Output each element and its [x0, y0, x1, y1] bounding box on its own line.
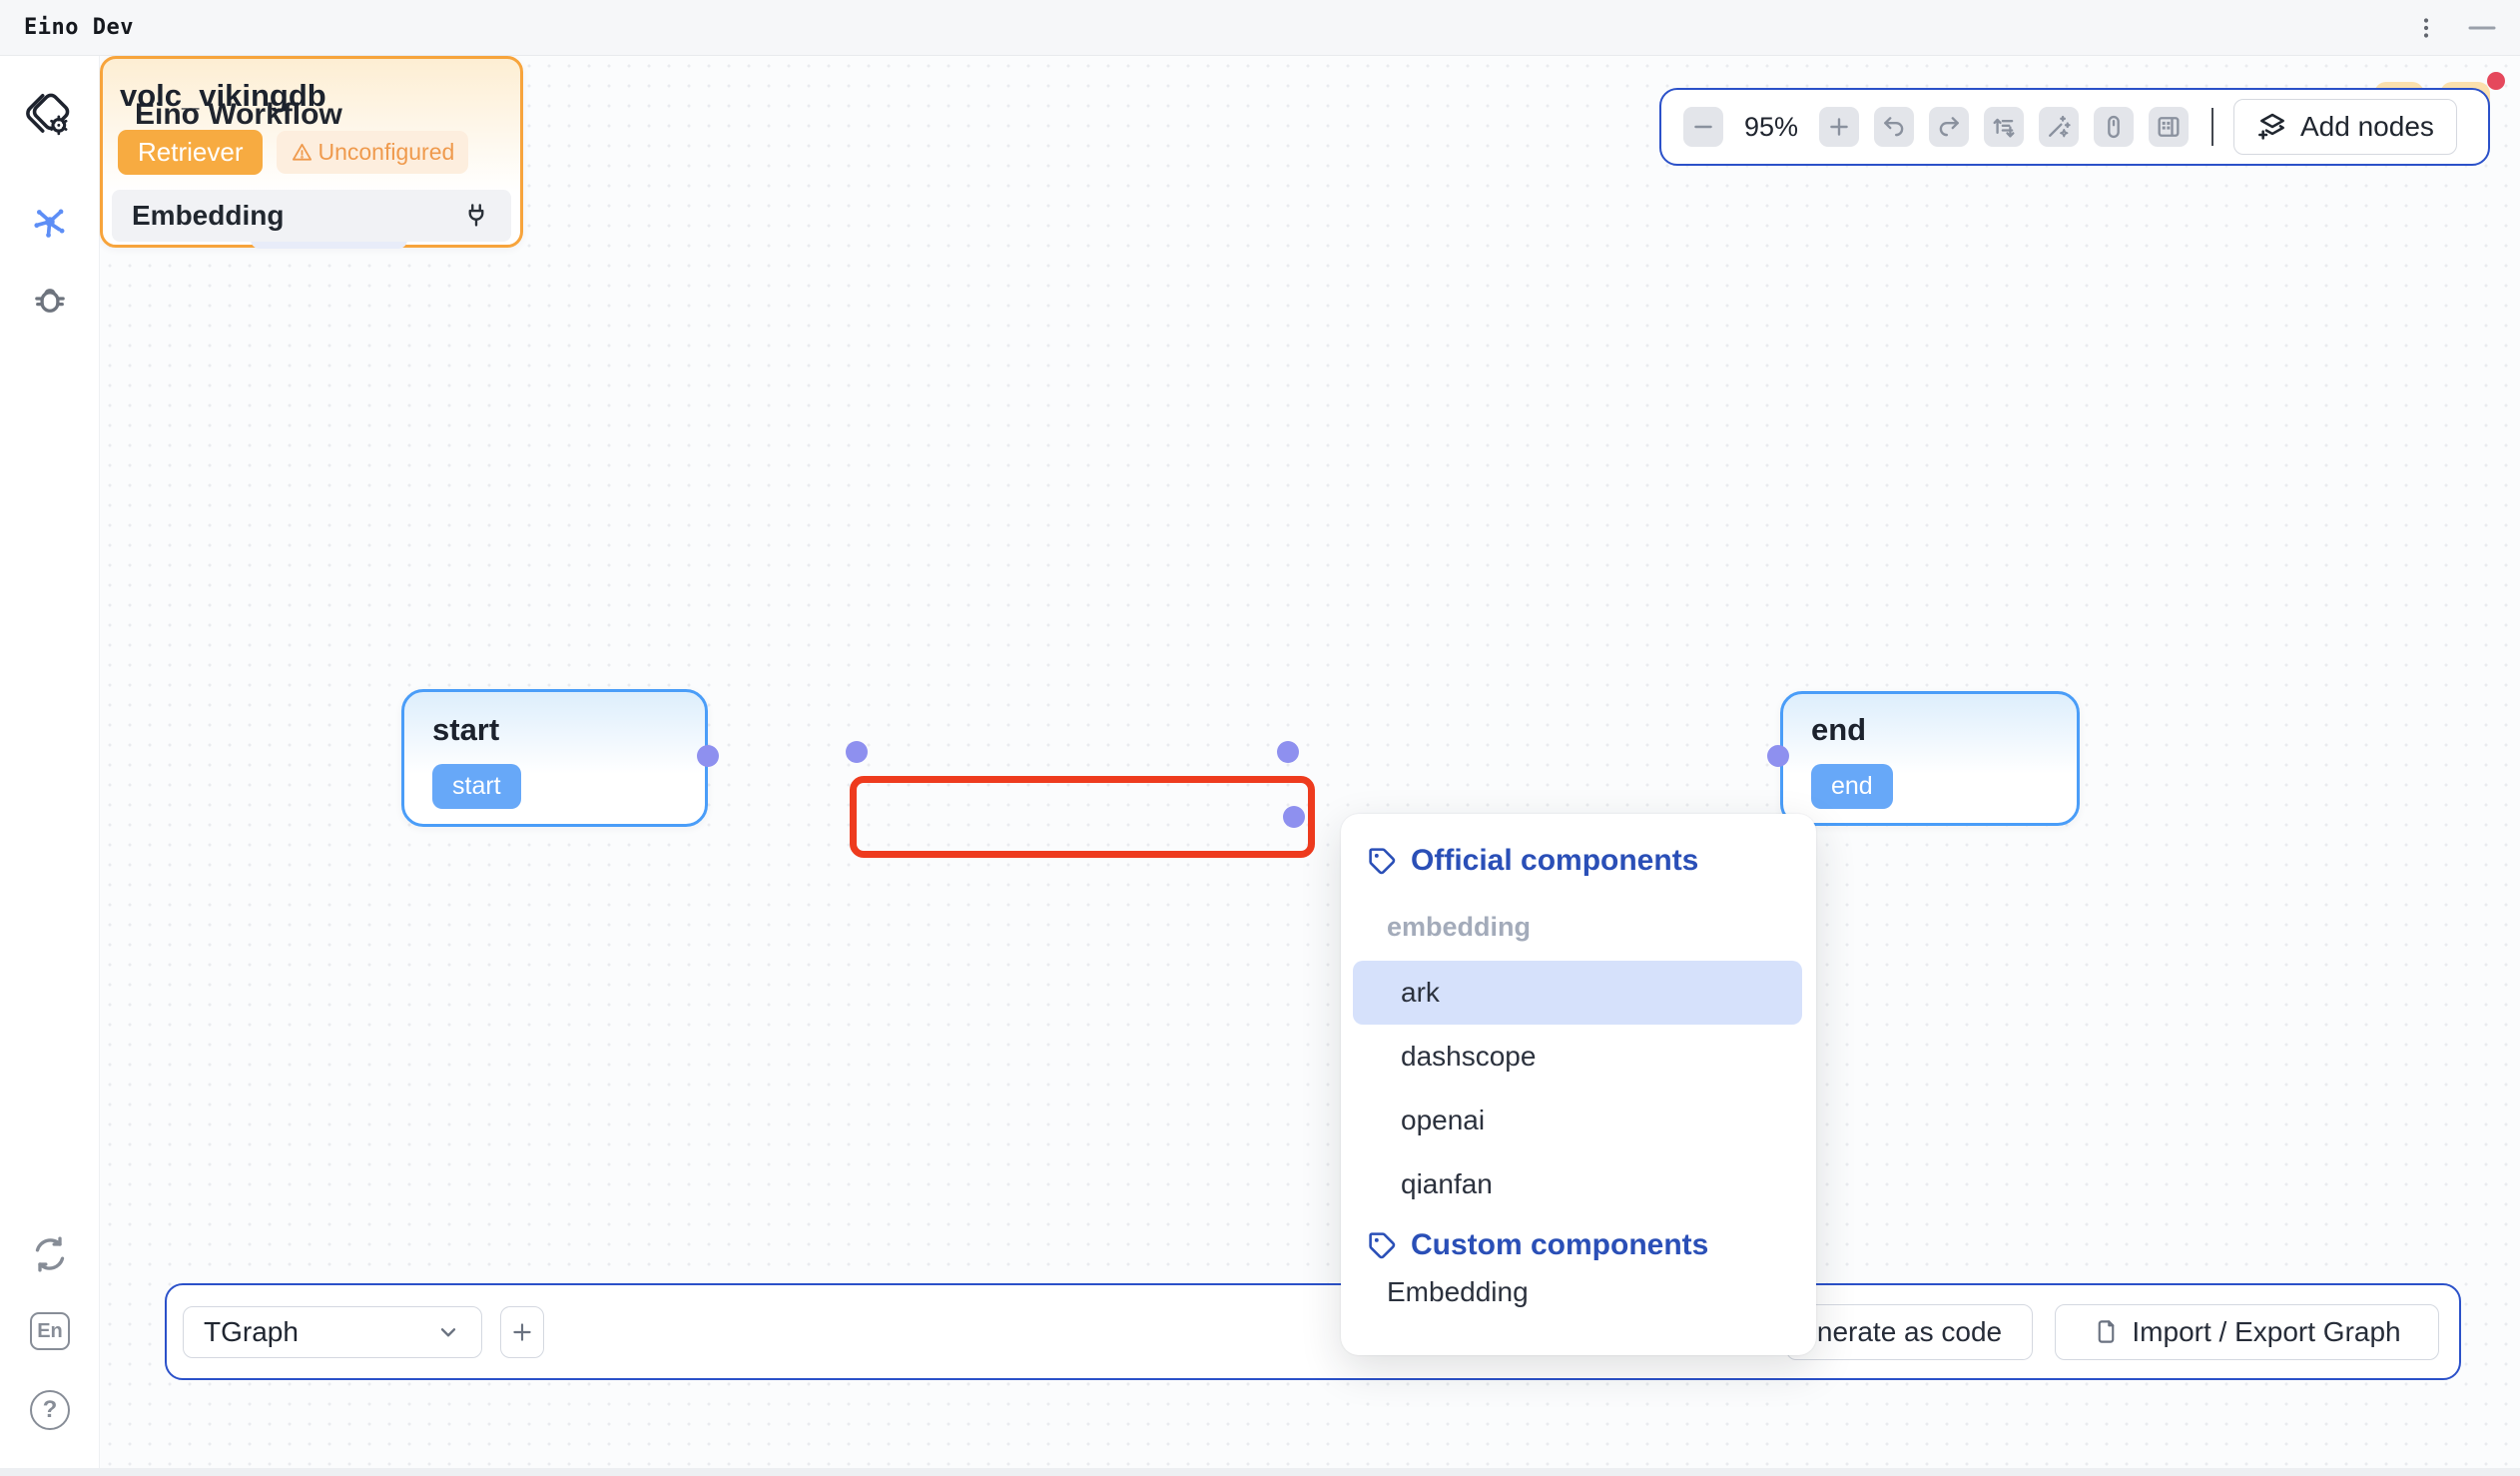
zoom-level: 95%	[1738, 112, 1804, 143]
app-name: Eino Dev	[24, 15, 134, 40]
minus-icon	[1690, 114, 1716, 140]
redo-icon	[1936, 114, 1962, 140]
dropdown-item-ark[interactable]: ark	[1353, 961, 1802, 1025]
connection-handle-end-in[interactable]	[1767, 745, 1789, 767]
redo-button[interactable]	[1929, 107, 1969, 147]
chevron-down-icon	[435, 1319, 461, 1345]
workflow-canvas[interactable]: Eino Workflow TGraph Template 95%	[100, 56, 2520, 1476]
component-picker-dropdown: Official components embedding ark dashsc…	[1341, 814, 1816, 1355]
node-volc-vikingdb[interactable]: volc_vikingdb Retriever Unconfigured Emb…	[100, 56, 523, 248]
node-start-type-badge: start	[432, 764, 521, 809]
unconfigured-label: Unconfigured	[317, 139, 454, 166]
import-export-label: Import / Export Graph	[2132, 1316, 2400, 1348]
official-components-header: Official components	[1367, 844, 1816, 878]
app-sidebar: En ?	[0, 56, 100, 1476]
plug-icon	[461, 201, 491, 231]
magic-fix-button[interactable]	[2039, 107, 2079, 147]
minimize-icon[interactable]	[2468, 16, 2496, 40]
embedding-group-label: embedding	[1387, 912, 1816, 943]
magic-wand-icon	[2045, 113, 2073, 141]
kebab-menu-icon[interactable]	[2414, 16, 2438, 40]
layers-plus-icon	[2256, 111, 2288, 143]
dropdown-item-dashscope[interactable]: dashscope	[1341, 1025, 1816, 1089]
retriever-type-badge: Retriever	[118, 130, 263, 175]
node-badges-row: Retriever Unconfigured	[118, 130, 468, 175]
node-start-title: start	[432, 712, 499, 748]
tag-icon	[1367, 1230, 1398, 1261]
window-bottom-edge	[0, 1468, 2520, 1476]
generate-as-code-label: nerate as code	[1817, 1316, 2002, 1348]
node-end-type-badge: end	[1811, 764, 1893, 809]
node-volc-title: volc_vikingdb	[120, 78, 326, 114]
window-controls	[2414, 16, 2496, 40]
warning-icon	[291, 141, 314, 164]
dropdown-item-embedding[interactable]: Embedding	[1341, 1262, 1816, 1322]
dropdown-item-qianfan[interactable]: qianfan	[1341, 1152, 1816, 1216]
sidebar-item-help[interactable]: ?	[30, 1390, 70, 1430]
node-end[interactable]: end end	[1780, 691, 2080, 826]
unconfigured-status-badge: Unconfigured	[277, 131, 468, 174]
connection-handle-start-out[interactable]	[697, 745, 719, 767]
plus-icon	[1826, 114, 1852, 140]
dropdown-item-openai[interactable]: openai	[1341, 1089, 1816, 1152]
official-components-label: Official components	[1411, 844, 1698, 878]
canvas-toolbar: 95% Add nodes	[1659, 88, 2490, 166]
graph-bottom-bar: TGraph nerate as code Import / Export Gr…	[165, 1283, 2461, 1380]
plus-icon	[509, 1319, 535, 1345]
toolbar-divider	[2211, 108, 2213, 146]
zoom-in-button[interactable]	[1819, 107, 1859, 147]
eino-logo-icon	[23, 88, 77, 142]
selection-highlight	[850, 776, 1315, 858]
sidebar-item-graph[interactable]	[28, 200, 72, 244]
custom-components-label: Custom components	[1411, 1228, 1708, 1262]
add-nodes-button[interactable]: Add nodes	[2233, 99, 2457, 155]
generate-as-code-button[interactable]: nerate as code	[1786, 1304, 2033, 1360]
connection-handle-volc-in[interactable]	[846, 741, 868, 763]
mouse-icon	[2100, 113, 2128, 141]
custom-components-header: Custom components	[1367, 1228, 1816, 1262]
language-icon: En	[30, 1312, 70, 1350]
undo-icon	[1881, 114, 1907, 140]
node-start[interactable]: start start	[401, 689, 708, 827]
import-export-graph-button[interactable]: Import / Export Graph	[2055, 1304, 2439, 1360]
vertical-layout-icon	[1990, 113, 2018, 141]
add-graph-button[interactable]	[500, 1306, 544, 1358]
graph-select[interactable]: TGraph	[183, 1306, 482, 1358]
auto-layout-button[interactable]	[1984, 107, 2024, 147]
panel-grid-icon	[2155, 113, 2183, 141]
help-icon: ?	[30, 1390, 70, 1430]
tag-icon	[1367, 846, 1398, 877]
pan-mode-button[interactable]	[2094, 107, 2134, 147]
node-end-title: end	[1811, 712, 1866, 748]
app-logo	[23, 88, 77, 142]
graph-network-icon	[28, 200, 72, 244]
minimap-button[interactable]	[2149, 107, 2189, 147]
sidebar-item-debug[interactable]	[29, 278, 71, 320]
document-icon	[2093, 1318, 2120, 1345]
undo-button[interactable]	[1874, 107, 1914, 147]
graph-select-value: TGraph	[204, 1316, 299, 1348]
zoom-out-button[interactable]	[1683, 107, 1723, 147]
connection-handle-volc-out[interactable]	[1277, 741, 1299, 763]
connection-handle-embedding[interactable]	[1283, 806, 1305, 828]
sidebar-item-refresh[interactable]	[30, 1234, 70, 1274]
embedding-slot[interactable]: Embedding	[112, 190, 511, 242]
sidebar-item-language[interactable]: En	[30, 1312, 70, 1350]
add-nodes-label: Add nodes	[2300, 111, 2434, 143]
window-title-bar: Eino Dev	[0, 0, 2520, 56]
embedding-slot-label: Embedding	[132, 200, 284, 232]
bug-icon	[29, 278, 71, 320]
refresh-icon	[30, 1234, 70, 1274]
unsaved-indicator-dot	[2487, 72, 2505, 90]
